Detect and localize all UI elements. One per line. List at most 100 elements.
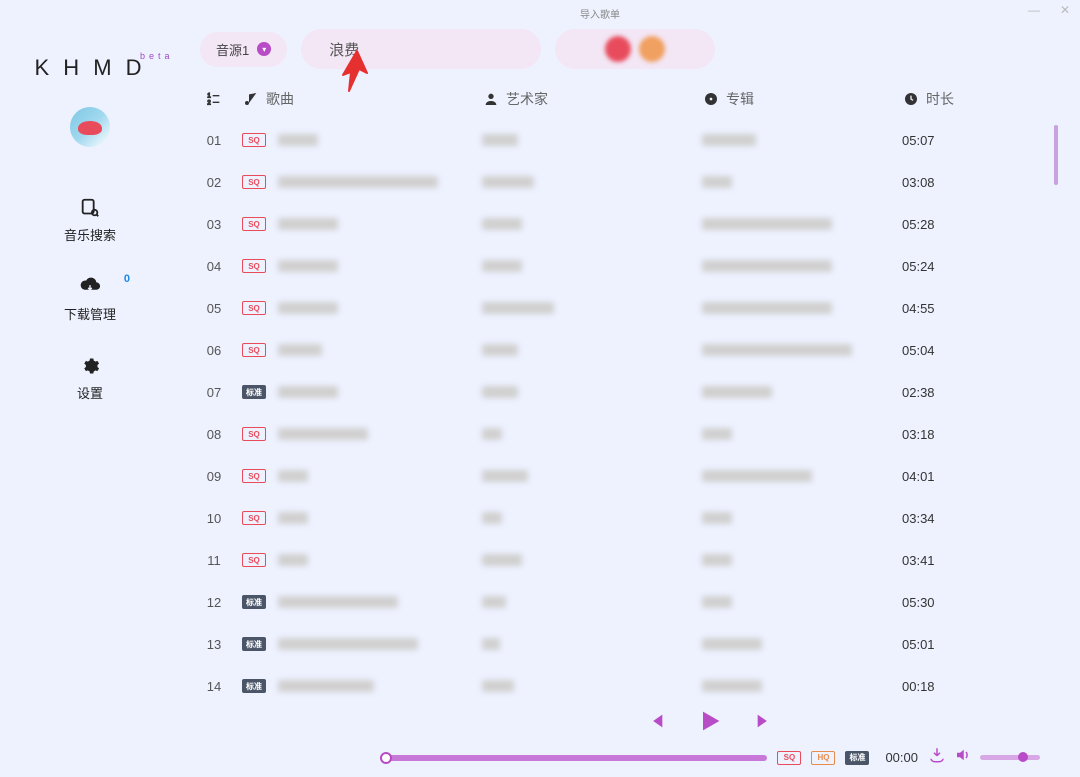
track-row[interactable]: 12标准05:30 — [180, 581, 1060, 623]
track-row[interactable]: 08SQ03:18 — [180, 413, 1060, 455]
volume-slider[interactable] — [980, 755, 1040, 760]
song-title-blurred — [278, 512, 308, 524]
quality-badge: 标准 — [242, 595, 266, 609]
song-title-blurred — [278, 176, 438, 188]
artist-blurred — [482, 428, 502, 440]
playback-time: 00:00 — [885, 750, 918, 765]
row-song: 标准 — [242, 385, 482, 399]
row-song: SQ — [242, 427, 482, 441]
track-row[interactable]: 11SQ03:41 — [180, 539, 1060, 581]
track-row[interactable]: 01SQ05:07 — [180, 119, 1060, 161]
volume-knob[interactable] — [1018, 752, 1028, 762]
sidebar: K H M D beta 音乐搜索 0 下载管理 — [0, 19, 180, 777]
col-artist-header[interactable]: 艺术家 — [482, 89, 702, 109]
profile-pill[interactable] — [555, 29, 715, 69]
track-row[interactable]: 03SQ05:28 — [180, 203, 1060, 245]
row-duration: 04:01 — [902, 469, 1002, 484]
album-blurred — [702, 428, 732, 440]
sidebar-item-label: 音乐搜索 — [64, 225, 116, 244]
next-button[interactable] — [754, 710, 776, 737]
row-album — [702, 554, 902, 566]
track-row[interactable]: 13标准05:01 — [180, 623, 1060, 665]
track-row[interactable]: 04SQ05:24 — [180, 245, 1060, 287]
scrollbar[interactable] — [1052, 119, 1058, 707]
col-song-header[interactable]: 歌曲 — [242, 89, 482, 109]
row-song: SQ — [242, 133, 482, 147]
row-song: SQ — [242, 343, 482, 357]
close-button[interactable]: ✕ — [1060, 3, 1070, 17]
track-row[interactable]: 06SQ 05:04 — [180, 329, 1060, 371]
song-title-blurred — [278, 428, 368, 440]
track-row[interactable]: 10SQ03:34 — [180, 497, 1060, 539]
search-input[interactable] — [329, 41, 528, 58]
scrollbar-thumb[interactable] — [1054, 125, 1058, 185]
import-playlist-link[interactable]: 导入歌单 — [580, 6, 620, 21]
beta-tag: beta — [140, 51, 174, 61]
row-artist — [482, 176, 702, 188]
album-blurred — [702, 680, 762, 692]
song-title-blurred — [278, 638, 418, 650]
col-album-header[interactable]: 专辑 — [702, 89, 902, 109]
sidebar-item-music-search[interactable]: 音乐搜索 — [64, 197, 116, 244]
row-album — [702, 470, 902, 482]
col-index-header[interactable]: 12 — [186, 90, 242, 108]
artist-blurred — [482, 260, 522, 272]
main-content: 音源1 ▾ 12 — [180, 19, 1080, 777]
gear-icon — [79, 355, 101, 377]
search-box[interactable] — [301, 29, 541, 69]
row-index: 06 — [186, 343, 242, 358]
sidebar-item-settings[interactable]: 设置 — [77, 355, 103, 402]
row-album — [702, 302, 902, 314]
song-title-blurred — [278, 470, 308, 482]
row-song: SQ — [242, 511, 482, 525]
quality-badge: SQ — [242, 301, 266, 315]
quality-badge: SQ — [242, 511, 266, 525]
row-duration: 05:04 — [902, 343, 1002, 358]
row-duration: 05:24 — [902, 259, 1002, 274]
row-index: 04 — [186, 259, 242, 274]
svg-text:1: 1 — [207, 94, 211, 100]
topbar: 音源1 ▾ — [180, 19, 1060, 79]
sidebar-item-label: 下载管理 — [64, 304, 116, 323]
row-song: 标准 — [242, 595, 482, 609]
row-album — [702, 386, 902, 398]
artist-blurred — [482, 176, 534, 188]
previous-button[interactable] — [644, 710, 666, 737]
source-label: 音源1 — [216, 40, 249, 59]
chevron-down-icon: ▾ — [257, 42, 271, 56]
minimize-button[interactable]: — — [1028, 3, 1040, 17]
progress-bar[interactable] — [380, 755, 767, 761]
source-selector[interactable]: 音源1 ▾ — [200, 32, 287, 67]
row-index: 12 — [186, 595, 242, 610]
row-index: 08 — [186, 427, 242, 442]
progress-knob[interactable] — [380, 752, 392, 764]
quality-badge: 标准 — [242, 679, 266, 693]
track-row[interactable]: 09SQ 04:01 — [180, 455, 1060, 497]
sidebar-item-download[interactable]: 0 下载管理 — [64, 276, 116, 323]
row-artist — [482, 260, 702, 272]
album-blurred — [702, 554, 732, 566]
quality-badge: SQ — [242, 427, 266, 441]
row-duration: 02:38 — [902, 385, 1002, 400]
track-row[interactable]: 07标准02:38 — [180, 371, 1060, 413]
col-duration-header[interactable]: 时长 — [902, 89, 1002, 109]
album-blurred — [702, 512, 732, 524]
track-row[interactable]: 02SQ03:08 — [180, 161, 1060, 203]
download-icon[interactable] — [928, 746, 946, 769]
volume-icon[interactable] — [954, 746, 972, 769]
track-row[interactable]: 14标准00:18 — [180, 665, 1060, 707]
song-title-blurred — [278, 554, 308, 566]
quality-badge: SQ — [242, 133, 266, 147]
row-index: 11 — [186, 553, 242, 568]
hq-badge: HQ — [811, 751, 835, 765]
row-album — [702, 596, 902, 608]
quality-badge: SQ — [242, 343, 266, 357]
row-index: 09 — [186, 469, 242, 484]
track-row[interactable]: 05SQ04:55 — [180, 287, 1060, 329]
track-list: 01SQ05:0702SQ03:0803SQ05:2804SQ05:2405SQ… — [180, 119, 1060, 707]
artist-blurred — [482, 134, 518, 146]
row-song: SQ — [242, 469, 482, 483]
user-avatar[interactable] — [70, 107, 110, 147]
play-button[interactable] — [696, 707, 724, 740]
row-duration: 05:01 — [902, 637, 1002, 652]
